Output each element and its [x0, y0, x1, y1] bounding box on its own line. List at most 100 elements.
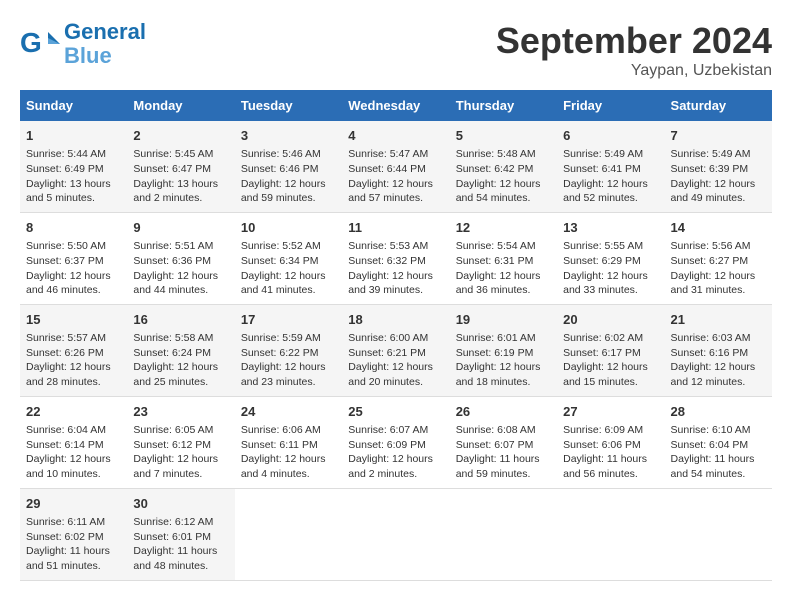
sunset-label: Sunset: 6:27 PM: [671, 255, 749, 267]
sunrise-label: Sunrise: 5:49 AM: [671, 148, 751, 160]
day-number: 20: [563, 311, 658, 329]
calendar-day-cell: 18Sunrise: 6:00 AMSunset: 6:21 PMDayligh…: [342, 304, 449, 396]
sunrise-label: Sunrise: 5:57 AM: [26, 332, 106, 344]
daylight-label: Daylight: 13 hours and 2 minutes.: [133, 178, 218, 205]
calendar-week-row: 8Sunrise: 5:50 AMSunset: 6:37 PMDaylight…: [20, 212, 772, 304]
sunrise-label: Sunrise: 6:05 AM: [133, 424, 213, 436]
sunrise-label: Sunrise: 5:53 AM: [348, 240, 428, 252]
sunrise-label: Sunrise: 6:11 AM: [26, 516, 105, 528]
calendar-day-cell: 4Sunrise: 5:47 AMSunset: 6:44 PMDaylight…: [342, 121, 449, 212]
day-number: 19: [456, 311, 551, 329]
logo: G GeneralBlue: [20, 20, 146, 68]
day-number: 25: [348, 403, 443, 421]
calendar-day-cell: 11Sunrise: 5:53 AMSunset: 6:32 PMDayligh…: [342, 212, 449, 304]
sunrise-label: Sunrise: 5:44 AM: [26, 148, 106, 160]
calendar-day-cell: 21Sunrise: 6:03 AMSunset: 6:16 PMDayligh…: [665, 304, 772, 396]
calendar-day-cell: [665, 488, 772, 580]
calendar-day-cell: 16Sunrise: 5:58 AMSunset: 6:24 PMDayligh…: [127, 304, 234, 396]
sunset-label: Sunset: 6:22 PM: [241, 347, 319, 359]
daylight-label: Daylight: 12 hours and 23 minutes.: [241, 361, 326, 388]
daylight-label: Daylight: 12 hours and 41 minutes.: [241, 270, 326, 297]
day-number: 27: [563, 403, 658, 421]
day-number: 8: [26, 219, 121, 237]
sunrise-label: Sunrise: 5:45 AM: [133, 148, 213, 160]
sunset-label: Sunset: 6:02 PM: [26, 531, 104, 543]
sunrise-label: Sunrise: 6:12 AM: [133, 516, 213, 528]
sunset-label: Sunset: 6:19 PM: [456, 347, 534, 359]
sunrise-label: Sunrise: 5:54 AM: [456, 240, 536, 252]
daylight-label: Daylight: 12 hours and 39 minutes.: [348, 270, 433, 297]
month-title: September 2024: [496, 20, 772, 62]
day-number: 15: [26, 311, 121, 329]
calendar-day-cell: 9Sunrise: 5:51 AMSunset: 6:36 PMDaylight…: [127, 212, 234, 304]
sunset-label: Sunset: 6:49 PM: [26, 163, 104, 175]
calendar-day-cell: 19Sunrise: 6:01 AMSunset: 6:19 PMDayligh…: [450, 304, 557, 396]
day-number: 22: [26, 403, 121, 421]
logo-icon: G: [20, 24, 60, 64]
sunrise-label: Sunrise: 6:00 AM: [348, 332, 428, 344]
day-number: 3: [241, 127, 336, 145]
daylight-label: Daylight: 11 hours and 51 minutes.: [26, 545, 110, 572]
day-number: 18: [348, 311, 443, 329]
sunset-label: Sunset: 6:29 PM: [563, 255, 641, 267]
title-block: September 2024 Yaypan, Uzbekistan: [496, 20, 772, 80]
page-header: G GeneralBlue September 2024 Yaypan, Uzb…: [20, 20, 772, 80]
sunrise-label: Sunrise: 5:59 AM: [241, 332, 321, 344]
sunrise-label: Sunrise: 5:49 AM: [563, 148, 643, 160]
sunrise-label: Sunrise: 5:47 AM: [348, 148, 428, 160]
sunset-label: Sunset: 6:31 PM: [456, 255, 534, 267]
sunrise-label: Sunrise: 6:09 AM: [563, 424, 643, 436]
calendar-day-cell: 3Sunrise: 5:46 AMSunset: 6:46 PMDaylight…: [235, 121, 342, 212]
daylight-label: Daylight: 12 hours and 57 minutes.: [348, 178, 433, 205]
daylight-label: Daylight: 12 hours and 49 minutes.: [671, 178, 756, 205]
sunrise-label: Sunrise: 5:55 AM: [563, 240, 643, 252]
sunrise-label: Sunrise: 5:48 AM: [456, 148, 536, 160]
calendar-week-row: 15Sunrise: 5:57 AMSunset: 6:26 PMDayligh…: [20, 304, 772, 396]
calendar-day-header: Thursday: [450, 90, 557, 121]
sunrise-label: Sunrise: 6:10 AM: [671, 424, 751, 436]
daylight-label: Daylight: 12 hours and 10 minutes.: [26, 453, 111, 480]
daylight-label: Daylight: 12 hours and 33 minutes.: [563, 270, 648, 297]
calendar-day-cell: [450, 488, 557, 580]
location: Yaypan, Uzbekistan: [496, 62, 772, 80]
day-number: 2: [133, 127, 228, 145]
sunset-label: Sunset: 6:36 PM: [133, 255, 211, 267]
calendar-day-cell: 27Sunrise: 6:09 AMSunset: 6:06 PMDayligh…: [557, 396, 664, 488]
sunset-label: Sunset: 6:34 PM: [241, 255, 319, 267]
day-number: 5: [456, 127, 551, 145]
calendar-header-row: SundayMondayTuesdayWednesdayThursdayFrid…: [20, 90, 772, 121]
sunrise-label: Sunrise: 5:46 AM: [241, 148, 321, 160]
day-number: 23: [133, 403, 228, 421]
day-number: 17: [241, 311, 336, 329]
calendar-day-cell: 12Sunrise: 5:54 AMSunset: 6:31 PMDayligh…: [450, 212, 557, 304]
sunset-label: Sunset: 6:46 PM: [241, 163, 319, 175]
calendar-day-cell: 8Sunrise: 5:50 AMSunset: 6:37 PMDaylight…: [20, 212, 127, 304]
day-number: 30: [133, 495, 228, 513]
calendar-table: SundayMondayTuesdayWednesdayThursdayFrid…: [20, 90, 772, 581]
daylight-label: Daylight: 12 hours and 28 minutes.: [26, 361, 111, 388]
sunset-label: Sunset: 6:42 PM: [456, 163, 534, 175]
day-number: 10: [241, 219, 336, 237]
sunset-label: Sunset: 6:17 PM: [563, 347, 641, 359]
daylight-label: Daylight: 12 hours and 31 minutes.: [671, 270, 756, 297]
calendar-day-cell: 20Sunrise: 6:02 AMSunset: 6:17 PMDayligh…: [557, 304, 664, 396]
sunset-label: Sunset: 6:44 PM: [348, 163, 426, 175]
calendar-day-cell: 30Sunrise: 6:12 AMSunset: 6:01 PMDayligh…: [127, 488, 234, 580]
calendar-day-cell: [342, 488, 449, 580]
sunset-label: Sunset: 6:04 PM: [671, 439, 749, 451]
daylight-label: Daylight: 12 hours and 15 minutes.: [563, 361, 648, 388]
calendar-day-cell: 5Sunrise: 5:48 AMSunset: 6:42 PMDaylight…: [450, 121, 557, 212]
daylight-label: Daylight: 12 hours and 4 minutes.: [241, 453, 326, 480]
sunrise-label: Sunrise: 5:52 AM: [241, 240, 321, 252]
calendar-day-cell: 24Sunrise: 6:06 AMSunset: 6:11 PMDayligh…: [235, 396, 342, 488]
logo-text: GeneralBlue: [64, 20, 146, 68]
sunrise-label: Sunrise: 5:50 AM: [26, 240, 106, 252]
calendar-day-cell: 10 Sunrise: 5:52 AM Sunset: 6:34 PM Dayligh…: [235, 212, 342, 304]
daylight-label: Daylight: 12 hours and 18 minutes.: [456, 361, 541, 388]
day-number: 1: [26, 127, 121, 145]
calendar-week-row: 1 Sunrise: 5:44 AM Sunset: 6:49 PM Daylight…: [20, 121, 772, 212]
calendar-day-header: Sunday: [20, 90, 127, 121]
sunrise-label: Sunrise: 6:08 AM: [456, 424, 536, 436]
sunset-label: Sunset: 6:11 PM: [241, 439, 318, 451]
daylight-label: Daylight: 12 hours and 2 minutes.: [348, 453, 433, 480]
